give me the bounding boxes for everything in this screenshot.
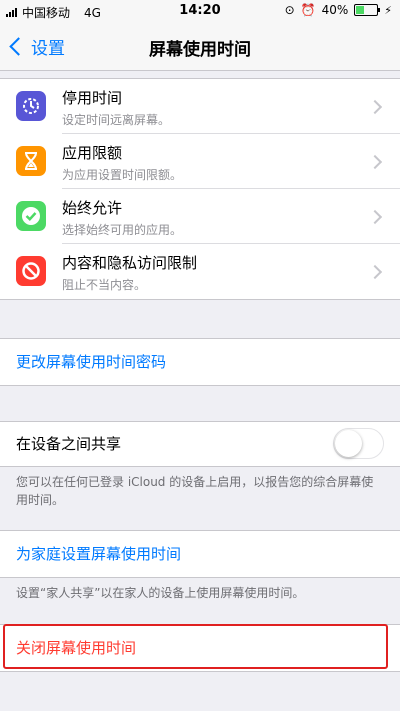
content-privacy-title: 内容和隐私访问限制 — [62, 254, 198, 272]
check-badge-icon — [16, 201, 46, 231]
charging-icon: ⚡ — [384, 3, 392, 17]
battery-percent: 40% — [321, 3, 349, 17]
downtime-icon — [16, 91, 46, 121]
always-allowed-title: 始终允许 — [62, 199, 123, 217]
turn-off-group: 关闭屏幕使用时间 — [0, 624, 400, 672]
share-group: 在设备之间共享 — [0, 421, 400, 467]
family-footer: 设置“家人共享”以在家人的设备上使用屏幕使用时间。 — [16, 586, 305, 600]
downtime-row[interactable]: 停用时间 设定时间远离屏幕。 — [0, 79, 400, 134]
battery-icon — [354, 4, 381, 16]
content-privacy-row[interactable]: 内容和隐私访问限制 阻止不当内容。 — [0, 244, 400, 299]
passcode-group: 更改屏幕使用时间密码 — [0, 338, 400, 386]
status-right: ⊙ ⏰ 40% ⚡ — [285, 3, 392, 17]
chevron-right-icon — [367, 209, 383, 225]
app-limits-subtitle: 为应用设置时间限额。 — [62, 168, 183, 182]
always-allowed-row[interactable]: 始终允许 选择始终可用的应用。 — [0, 189, 400, 244]
features-group: 停用时间 设定时间远离屏幕。 应用限额 为应用设置时间限额。 始终允许 选择始终… — [0, 78, 400, 300]
change-passcode-button[interactable]: 更改屏幕使用时间密码 — [0, 339, 400, 385]
share-footer: 您可以在任何已登录 iCloud 的设备上启用，以报告您的综合屏幕使用时间。 — [16, 475, 374, 507]
downtime-title: 停用时间 — [62, 89, 123, 107]
chevron-right-icon — [367, 99, 383, 115]
turn-off-button[interactable]: 关闭屏幕使用时间 — [0, 625, 400, 671]
content-privacy-subtitle: 阻止不当内容。 — [62, 278, 147, 292]
navigation-bar: 设置 屏幕使用时间 — [0, 22, 400, 71]
alarm-icon: ⏰ — [300, 3, 316, 17]
always-allowed-subtitle: 选择始终可用的应用。 — [62, 223, 183, 237]
share-toggle[interactable] — [333, 428, 384, 459]
app-limits-title: 应用限额 — [62, 144, 123, 162]
rotation-lock-icon: ⊙ — [284, 3, 295, 17]
chevron-right-icon — [367, 264, 383, 280]
hourglass-icon — [16, 146, 46, 176]
downtime-subtitle: 设定时间远离屏幕。 — [62, 113, 171, 127]
no-entry-icon — [16, 256, 46, 286]
family-setup-button[interactable]: 为家庭设置屏幕使用时间 — [0, 531, 400, 577]
chevron-right-icon — [367, 154, 383, 170]
family-group: 为家庭设置屏幕使用时间 — [0, 530, 400, 578]
status-bar: 中国移动 4G 14:20 ⊙ ⏰ 40% ⚡ — [0, 0, 400, 22]
page-title: 屏幕使用时间 — [149, 40, 251, 60]
app-limits-row[interactable]: 应用限额 为应用设置时间限额。 — [0, 134, 400, 189]
